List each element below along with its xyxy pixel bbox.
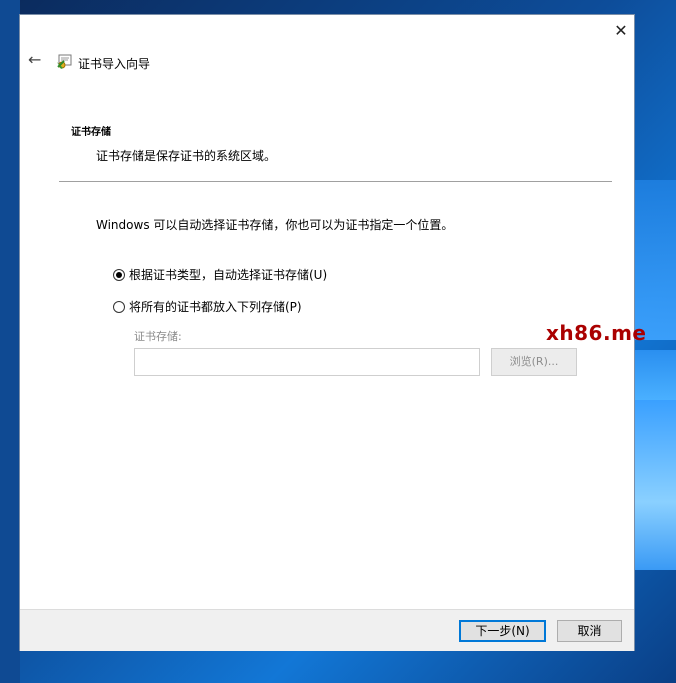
radio-button-unselected[interactable]	[113, 300, 125, 313]
page-subtitle: 证书存储是保存证书的系统区域。	[96, 149, 277, 163]
intro-text: Windows 可以自动选择证书存储，你也可以为证书指定一个位置。	[96, 218, 454, 232]
dialog-footer: 下一步(N) 取消	[20, 609, 634, 651]
header-divider	[59, 181, 612, 182]
next-button[interactable]: 下一步(N)	[459, 620, 546, 642]
desktop-light-panel	[634, 350, 676, 400]
back-arrow-icon[interactable]: ←	[28, 52, 46, 69]
close-icon[interactable]: ✕	[610, 21, 632, 43]
radio-auto-select[interactable]: 根据证书类型，自动选择证书存储(U)	[113, 266, 327, 283]
desktop-light-panel	[634, 180, 676, 340]
desktop-light-panel	[634, 400, 676, 570]
cancel-button[interactable]: 取消	[557, 620, 622, 642]
desktop-edge	[0, 0, 20, 683]
radio-place-in-store-label[interactable]: 将所有的证书都放入下列存储(P)	[129, 298, 302, 315]
page-heading: 证书存储	[71, 127, 111, 138]
dialog-title: 证书导入向导	[78, 57, 151, 71]
certificate-wizard-icon	[57, 54, 72, 69]
watermark-text: xh86.me	[546, 321, 647, 345]
radio-button-selected[interactable]	[113, 268, 125, 281]
browse-button: 浏览(R)...	[491, 348, 577, 376]
radio-auto-select-label[interactable]: 根据证书类型，自动选择证书存储(U)	[129, 266, 327, 283]
certificate-store-label: 证书存储:	[134, 330, 182, 343]
certificate-import-wizard-dialog: ✕ ← 证书导入向导 证书存储 证书存储是保存证书的系统区域。 Windows …	[20, 15, 646, 651]
radio-place-in-store[interactable]: 将所有的证书都放入下列存储(P)	[113, 298, 302, 315]
certificate-store-field	[134, 348, 480, 376]
